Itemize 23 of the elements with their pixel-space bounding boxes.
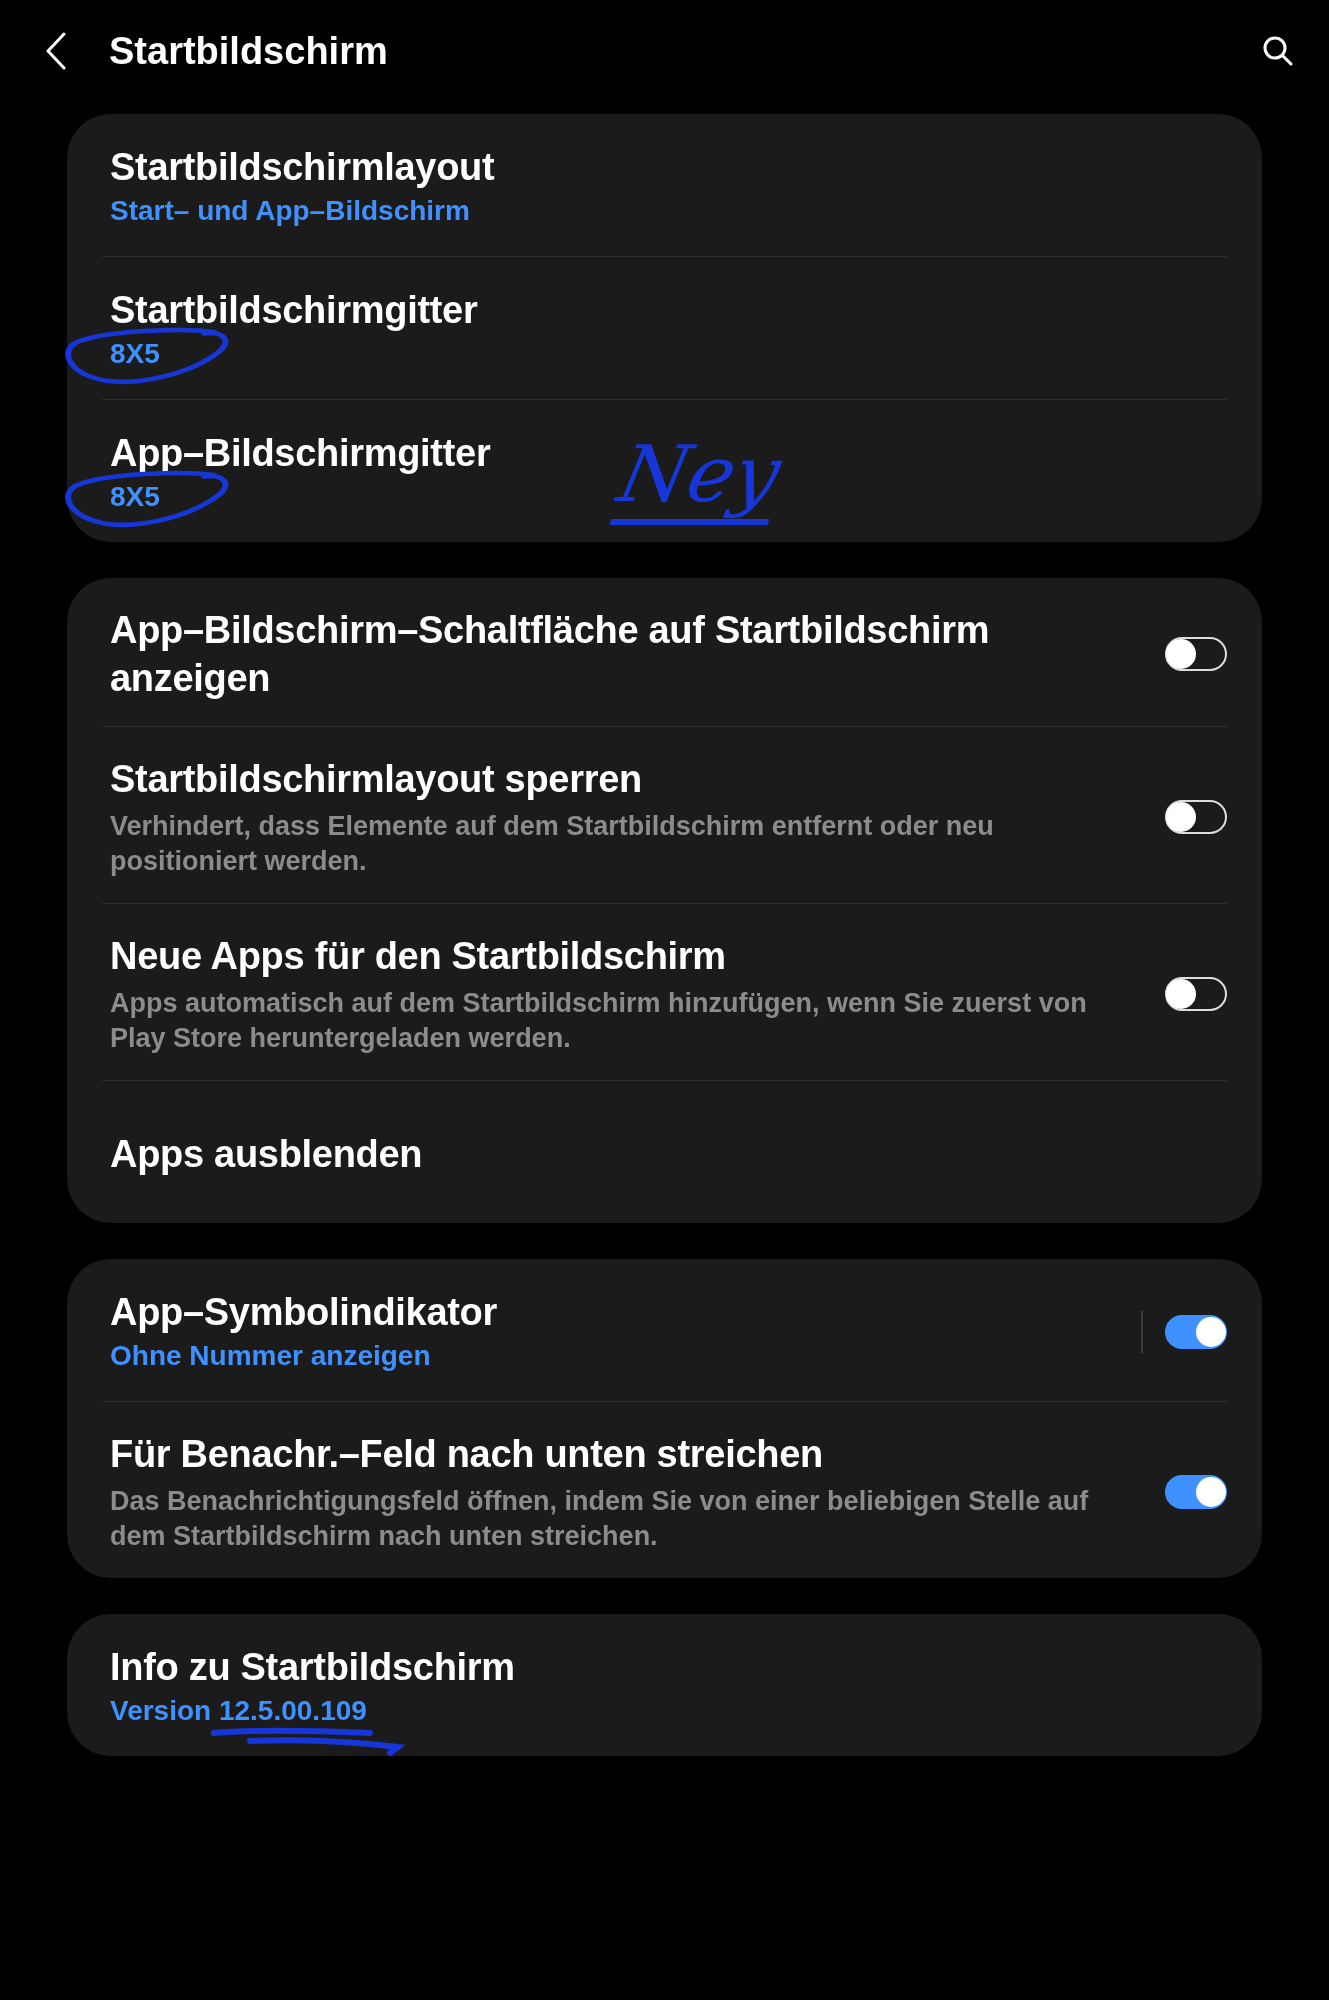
search-icon[interactable] <box>1262 35 1294 67</box>
back-icon[interactable] <box>45 32 67 70</box>
toggle-switch[interactable] <box>1165 1315 1227 1349</box>
setting-title[interactable]: Startbildschirmlayout sperren <box>110 755 1125 803</box>
setting-title[interactable]: Apps ausblenden <box>110 1130 1187 1178</box>
setting-title[interactable]: App–Bildschirm–Schaltfläche auf Startbildschirm anzeigen <box>110 606 1125 702</box>
setting-value: Ohne Nummer anzeigen <box>110 1339 431 1373</box>
setting-value: Start– und App–Bildschirm <box>110 194 470 228</box>
setting-description: Apps automatisch auf dem Startbildschirm hinzufügen, wenn Sie zuerst von Play Store heruntergeladen werden. <box>110 987 1088 1055</box>
setting-value: 8X5 <box>110 337 160 371</box>
setting-title[interactable]: Für Benachr.–Feld nach unten streichen <box>110 1430 1125 1478</box>
handwritten-note: Ney <box>609 429 789 525</box>
setting-description: Verhindert, dass Elemente auf dem Startbildschirm entfernt oder neu positioniert werden. <box>110 810 995 878</box>
toggle-switch[interactable] <box>1165 1475 1227 1509</box>
setting-value: Version 12.5.00.109 <box>110 1694 367 1728</box>
setting-title[interactable]: Startbildschirmgitter <box>110 286 1187 334</box>
setting-title[interactable]: Startbildschirmlayout <box>110 143 1187 191</box>
setting-title[interactable]: App–Symbolindikator <box>110 1288 1101 1336</box>
setting-title[interactable]: Info zu Startbildschirm <box>110 1643 1187 1691</box>
setting-value: 8X5 <box>110 480 160 514</box>
setting-title[interactable]: Neue Apps für den Startbildschirm <box>110 932 1125 980</box>
page-title: Startbildschirm <box>109 29 389 73</box>
setting-description: Das Benachrichtigungsfeld öffnen, indem Sie von einer beliebigen Stelle auf dem Startbildschirm nach unten streichen. <box>110 1485 1090 1553</box>
